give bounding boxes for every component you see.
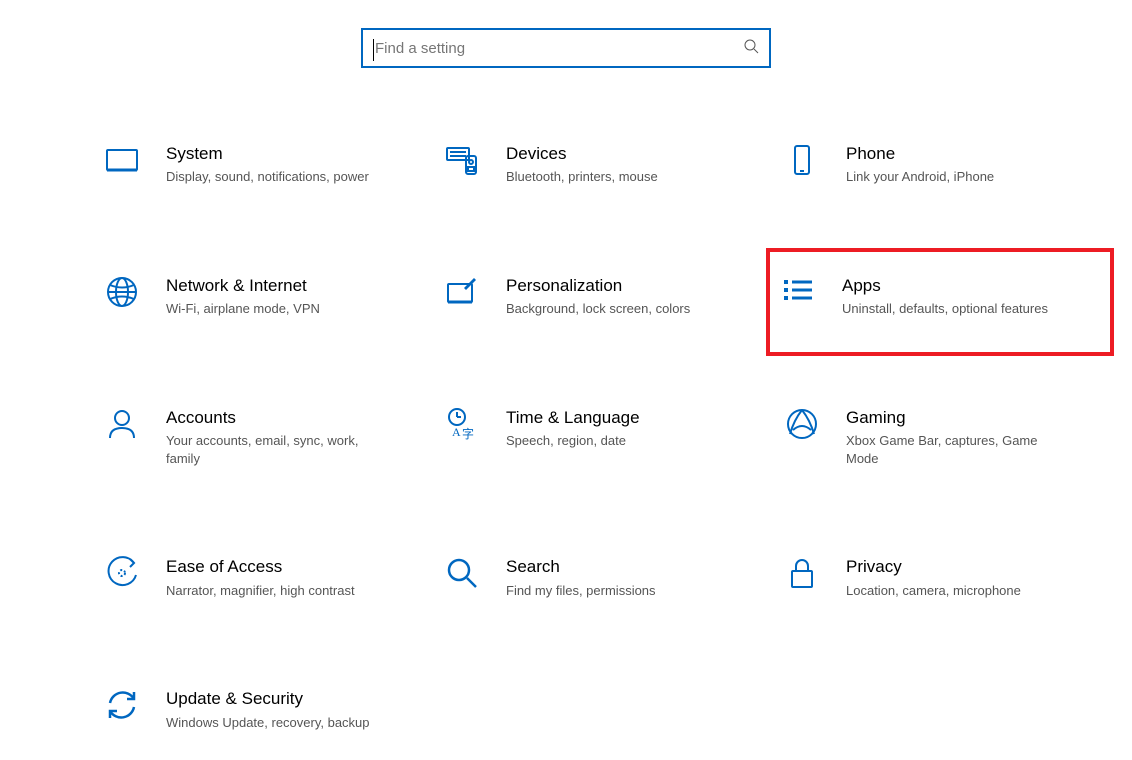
tile-apps[interactable]: Apps Uninstall, defaults, optional featu…: [766, 248, 1114, 356]
svg-text:字: 字: [462, 426, 474, 441]
svg-text:A: A: [452, 425, 461, 439]
tile-text: Ease of Access Narrator, magnifier, high…: [166, 555, 355, 599]
tile-desc: Location, camera, microphone: [846, 582, 1021, 600]
tile-update-security[interactable]: Update & Security Windows Update, recove…: [100, 683, 420, 735]
tile-title: Network & Internet: [166, 276, 320, 296]
tile-privacy[interactable]: Privacy Location, camera, microphone: [780, 551, 1100, 603]
tile-text: Phone Link your Android, iPhone: [846, 142, 994, 186]
tile-title: System: [166, 144, 369, 164]
search-box[interactable]: [361, 28, 771, 68]
tile-desc: Your accounts, email, sync, work, family: [166, 432, 376, 467]
tile-text: Apps Uninstall, defaults, optional featu…: [842, 274, 1048, 318]
ease-of-access-icon: [104, 555, 144, 595]
text-cursor: [373, 39, 374, 61]
apps-icon: [780, 274, 820, 314]
tile-title: Accounts: [166, 408, 376, 428]
tile-phone[interactable]: Phone Link your Android, iPhone: [780, 138, 1100, 190]
settings-grid: System Display, sound, notifications, po…: [0, 138, 1132, 735]
search-icon: [743, 38, 759, 59]
tile-text: Privacy Location, camera, microphone: [846, 555, 1021, 599]
tile-text: Personalization Background, lock screen,…: [506, 274, 690, 318]
tile-text: Update & Security Windows Update, recove…: [166, 687, 370, 731]
tile-personalization[interactable]: Personalization Background, lock screen,…: [440, 270, 760, 322]
tile-title: Privacy: [846, 557, 1021, 577]
tile-title: Update & Security: [166, 689, 370, 709]
tile-text: Gaming Xbox Game Bar, captures, Game Mod…: [846, 406, 1056, 467]
tile-text: Devices Bluetooth, printers, mouse: [506, 142, 658, 186]
tile-title: Gaming: [846, 408, 1056, 428]
tile-search[interactable]: Search Find my files, permissions: [440, 551, 760, 603]
personalization-icon: [444, 274, 484, 314]
tile-desc: Link your Android, iPhone: [846, 168, 994, 186]
tile-title: Phone: [846, 144, 994, 164]
tile-desc: Speech, region, date: [506, 432, 640, 450]
tile-desc: Display, sound, notifications, power: [166, 168, 369, 186]
search-container: [0, 0, 1132, 68]
tile-desc: Windows Update, recovery, backup: [166, 714, 370, 732]
tile-text: System Display, sound, notifications, po…: [166, 142, 369, 186]
tile-system[interactable]: System Display, sound, notifications, po…: [100, 138, 420, 190]
time-language-icon: A 字: [444, 406, 484, 446]
tile-title: Apps: [842, 276, 1048, 296]
tile-desc: Narrator, magnifier, high contrast: [166, 582, 355, 600]
tile-time-language[interactable]: A 字 Time & Language Speech, region, date: [440, 402, 760, 471]
tile-network[interactable]: Network & Internet Wi-Fi, airplane mode,…: [100, 270, 420, 322]
tile-title: Personalization: [506, 276, 690, 296]
tile-accounts[interactable]: Accounts Your accounts, email, sync, wor…: [100, 402, 420, 471]
tile-title: Time & Language: [506, 408, 640, 428]
tile-text: Accounts Your accounts, email, sync, wor…: [166, 406, 376, 467]
tile-gaming[interactable]: Gaming Xbox Game Bar, captures, Game Mod…: [780, 402, 1100, 471]
gaming-icon: [784, 406, 824, 446]
system-icon: [104, 142, 144, 182]
search-input[interactable]: [373, 39, 743, 58]
tile-desc: Background, lock screen, colors: [506, 300, 690, 318]
tile-desc: Uninstall, defaults, optional features: [842, 300, 1048, 318]
tile-desc: Find my files, permissions: [506, 582, 656, 600]
tile-desc: Wi-Fi, airplane mode, VPN: [166, 300, 320, 318]
update-icon: [104, 687, 144, 727]
lock-icon: [784, 555, 824, 595]
search-category-icon: [444, 555, 484, 595]
tile-text: Search Find my files, permissions: [506, 555, 656, 599]
tile-text: Network & Internet Wi-Fi, airplane mode,…: [166, 274, 320, 318]
tile-text: Time & Language Speech, region, date: [506, 406, 640, 450]
tile-ease-of-access[interactable]: Ease of Access Narrator, magnifier, high…: [100, 551, 420, 603]
tile-title: Devices: [506, 144, 658, 164]
tile-title: Search: [506, 557, 656, 577]
tile-desc: Xbox Game Bar, captures, Game Mode: [846, 432, 1056, 467]
accounts-icon: [104, 406, 144, 446]
tile-devices[interactable]: Devices Bluetooth, printers, mouse: [440, 138, 760, 190]
tile-desc: Bluetooth, printers, mouse: [506, 168, 658, 186]
phone-icon: [784, 142, 824, 182]
tile-title: Ease of Access: [166, 557, 355, 577]
devices-icon: [444, 142, 484, 182]
globe-icon: [104, 274, 144, 314]
